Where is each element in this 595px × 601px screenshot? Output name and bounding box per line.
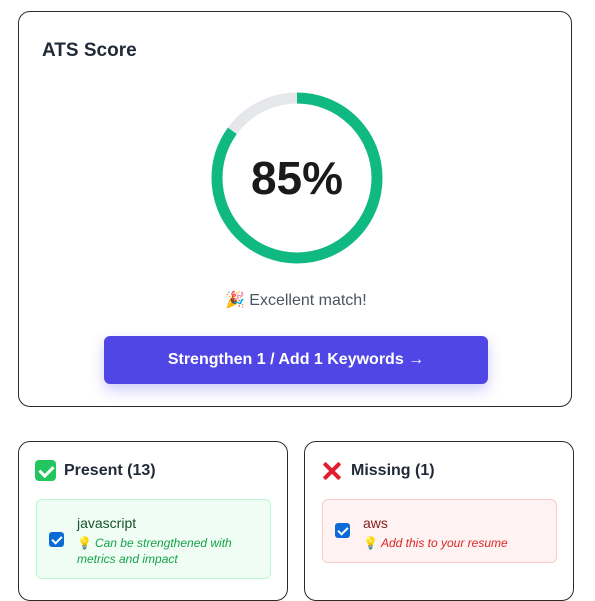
keyword-name: aws xyxy=(363,515,388,531)
lightbulb-icon: 💡 xyxy=(363,536,378,550)
present-keywords-title: Present (13) xyxy=(64,461,156,479)
present-keywords-header: Present (13) xyxy=(35,460,156,481)
lightbulb-icon: 💡 xyxy=(77,536,92,550)
score-value: 85% xyxy=(250,152,344,204)
keyword-suggestion-text: Add this to your resume xyxy=(380,536,508,550)
keyword-name: javascript xyxy=(77,515,137,531)
keyword-suggestion: 💡 Add this to your resume xyxy=(363,535,543,551)
missing-keywords-title: Missing (1) xyxy=(351,462,435,479)
score-ring: 85% xyxy=(209,90,385,266)
cross-mark-icon xyxy=(321,460,343,482)
present-keywords-card: Present (13) javascript 💡 Can be strength… xyxy=(18,441,288,601)
missing-keywords-header: Missing (1) xyxy=(321,460,435,482)
match-status: 🎉 Excellent match! xyxy=(19,290,573,310)
ats-score-title: ATS Score xyxy=(42,40,137,61)
match-status-text: Excellent match! xyxy=(249,292,367,309)
party-popper-icon: 🎉 xyxy=(225,292,246,309)
keyword-item-javascript: javascript 💡 Can be strengthened with met… xyxy=(36,499,271,579)
ats-score-card: ATS Score 85% 🎉 Excellent match! Strength… xyxy=(18,11,572,407)
keyword-checkbox-aws[interactable] xyxy=(335,523,350,538)
keyword-suggestion: 💡 Can be strengthened with metrics and im… xyxy=(77,535,257,567)
keyword-suggestion-text: Can be strengthened with metrics and imp… xyxy=(77,536,232,566)
missing-keywords-card: Missing (1) aws 💡 Add this to your resume xyxy=(304,441,574,601)
check-mark-icon xyxy=(35,460,56,481)
keyword-checkbox-javascript[interactable] xyxy=(49,532,64,547)
strengthen-keywords-button[interactable]: Strengthen 1 / Add 1 Keywords → xyxy=(104,336,488,384)
keyword-item-aws: aws 💡 Add this to your resume xyxy=(322,499,557,563)
